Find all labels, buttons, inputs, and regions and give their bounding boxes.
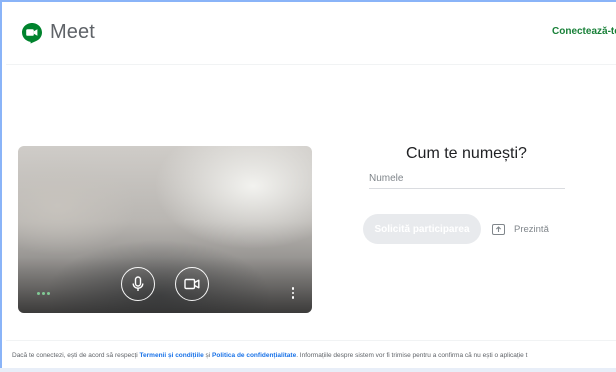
present-button[interactable]: Prezintă — [492, 219, 549, 239]
preview-shade — [18, 257, 312, 313]
footer-text-before: Dacă te conectezi, ești de acord să resp… — [12, 352, 140, 359]
terms-link[interactable]: Termenii și condițiile — [140, 352, 204, 359]
legal-footer: Dacă te conectezi, ești de acord să resp… — [12, 352, 616, 359]
microphone-icon — [132, 276, 144, 291]
videocam-icon — [184, 278, 200, 290]
window-bottom-edge — [0, 368, 616, 372]
camera-preview — [18, 146, 312, 313]
app-name: Meet — [50, 21, 95, 43]
more-vert-icon[interactable] — [290, 287, 296, 301]
sign-in-link[interactable]: Conectează-te — [552, 26, 616, 37]
camera-toggle-button[interactable] — [175, 267, 209, 301]
footer-text-and: și — [203, 352, 213, 359]
privacy-link[interactable]: Politica de confidențialitate — [212, 352, 296, 359]
more-horiz-icon[interactable] — [37, 292, 50, 295]
join-title: Cum te numești? — [406, 145, 527, 162]
header-divider — [6, 64, 616, 65]
present-to-all-icon — [492, 223, 505, 235]
footer-text-after: . Informațiile despre sistem vor fi trim… — [296, 352, 528, 359]
name-input[interactable] — [369, 168, 565, 189]
present-button-label: Prezintă — [514, 223, 549, 235]
meet-logo-icon — [21, 22, 43, 44]
ask-to-join-button[interactable]: Solicită participarea — [363, 214, 481, 244]
microphone-toggle-button[interactable] — [121, 267, 155, 301]
footer-divider — [6, 340, 616, 341]
